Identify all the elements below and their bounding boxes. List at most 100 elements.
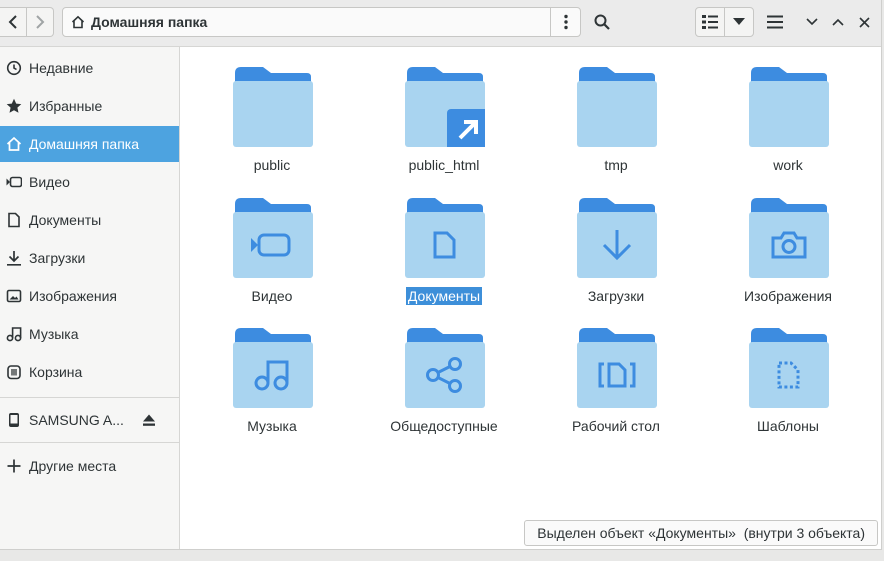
forward-button[interactable] [26, 8, 53, 36]
folder-name: Шаблоны [757, 418, 819, 434]
folder-name: Видео [251, 288, 293, 304]
chevron-right-icon [36, 15, 45, 29]
folder-item[interactable]: work [718, 67, 858, 187]
image-icon [6, 288, 22, 304]
close-button[interactable] [853, 7, 875, 37]
sidebar-item-label: Корзина [29, 364, 83, 380]
sidebar-item-label: Изображения [29, 288, 117, 304]
sidebar-item-label: Загрузки [29, 250, 86, 266]
vertical-dots-icon [563, 14, 568, 30]
sidebar-item-music[interactable]: Музыка [0, 316, 179, 352]
video-icon [6, 174, 22, 190]
folder-item[interactable]: Документы [374, 198, 514, 318]
sidebar-item-label: SAMSUNG A... [29, 412, 124, 428]
sidebar-item-label: Музыка [29, 326, 79, 342]
path-bar: Домашняя папка [62, 7, 581, 37]
search-icon [594, 14, 610, 30]
chevron-down-icon [806, 18, 818, 26]
home-icon [6, 136, 22, 152]
sidebar-item-starred[interactable]: Избранные [0, 88, 179, 124]
file-manager-window: Домашняя папка Недавние Избранные Домашн… [0, 0, 882, 550]
sidebar-divider [0, 442, 179, 443]
navigation-buttons [0, 7, 54, 37]
path-crumb-home[interactable]: Домашняя папка [63, 8, 550, 36]
chevron-left-icon [8, 15, 17, 29]
list-view-icon [702, 15, 718, 29]
path-menu-button[interactable] [550, 8, 580, 36]
folder-name: Общедоступные [390, 418, 498, 434]
folder-item[interactable]: public_html [374, 67, 514, 187]
back-button[interactable] [0, 8, 26, 36]
sidebar-item-downloads[interactable]: Загрузки [0, 240, 179, 276]
folder-item[interactable]: Видео [202, 198, 342, 318]
music-folder-icon [233, 328, 313, 408]
status-overlay: Выделен объект «Документы» (внутри 3 объ… [524, 520, 878, 546]
folder-item[interactable]: Музыка [202, 328, 342, 448]
folder-icon [233, 67, 313, 147]
list-view-button[interactable] [696, 8, 724, 36]
folder-name: public [253, 157, 291, 173]
sidebar-item-recent[interactable]: Недавние [0, 50, 179, 86]
sidebar-item-label: Видео [29, 174, 70, 190]
sidebar-item-pictures[interactable]: Изображения [0, 278, 179, 314]
folder-item[interactable]: Шаблоны [718, 328, 858, 448]
header-bar: Домашняя папка [0, 0, 881, 47]
folder-item[interactable]: Рабочий стол [546, 328, 686, 448]
maximize-button[interactable] [827, 7, 849, 37]
star-icon [6, 98, 22, 114]
eject-icon[interactable] [141, 412, 157, 428]
sidebar-item-label: Недавние [29, 60, 94, 76]
folder-name: Рабочий стол [572, 418, 660, 434]
minimize-button[interactable] [801, 7, 823, 37]
camera-folder-icon [749, 198, 829, 278]
main-menu-button[interactable] [762, 7, 788, 37]
document-icon [6, 212, 22, 228]
view-switcher [695, 7, 754, 37]
folder-item[interactable]: Изображения [718, 198, 858, 318]
download-folder-icon [577, 198, 657, 278]
close-icon [858, 16, 870, 28]
trash-icon [6, 364, 22, 380]
folder-name: Музыка [247, 418, 297, 434]
view-options-button[interactable] [724, 8, 753, 36]
folder-name: work [773, 157, 803, 173]
folder-name: tmp [604, 157, 628, 173]
sidebar-item-videos[interactable]: Видео [0, 164, 179, 200]
share-folder-icon [405, 328, 485, 408]
sidebar-item-label: Документы [29, 212, 102, 228]
sidebar-item-label: Избранные [29, 98, 103, 114]
sidebar: Недавние Избранные Домашняя папка Видео … [0, 47, 180, 549]
video-folder-icon [233, 198, 313, 278]
sidebar-item-label: Домашняя папка [29, 136, 140, 152]
home-icon [71, 15, 85, 29]
folder-name: Загрузки [587, 288, 645, 304]
plus-icon [6, 458, 22, 474]
folder-name: Изображения [744, 288, 832, 304]
phone-icon [6, 412, 22, 428]
triangle-down-icon [733, 18, 745, 25]
folder-name-selected: Документы [405, 287, 483, 305]
folder-item[interactable]: Загрузки [546, 198, 686, 318]
folder-name: public_html [408, 157, 480, 173]
folder-item[interactable]: public [202, 67, 342, 187]
folder-item[interactable]: Общедоступные [374, 328, 514, 448]
sidebar-divider [0, 397, 179, 398]
download-icon [6, 250, 22, 266]
sidebar-item-documents[interactable]: Документы [0, 202, 179, 238]
file-grid: public public_html tmp work Видео Докуме… [180, 47, 881, 549]
sidebar-item-other-locations[interactable]: Другие места [0, 448, 179, 484]
sidebar-item-trash[interactable]: Корзина [0, 354, 179, 390]
clock-icon [6, 60, 22, 76]
sidebar-item-home[interactable]: Домашняя папка [0, 126, 179, 162]
document-folder-icon [405, 198, 485, 278]
sidebar-item-device[interactable]: SAMSUNG A... [0, 402, 179, 438]
music-icon [6, 326, 22, 342]
status-text: Выделен объект «Документы» (внутри 3 объ… [537, 525, 865, 541]
folder-icon [405, 67, 485, 147]
chevron-up-icon [832, 18, 844, 26]
search-button[interactable] [588, 7, 616, 37]
sidebar-item-label: Другие места [29, 458, 117, 474]
template-folder-icon [749, 328, 829, 408]
folder-icon [577, 67, 657, 147]
folder-item[interactable]: tmp [546, 67, 686, 187]
